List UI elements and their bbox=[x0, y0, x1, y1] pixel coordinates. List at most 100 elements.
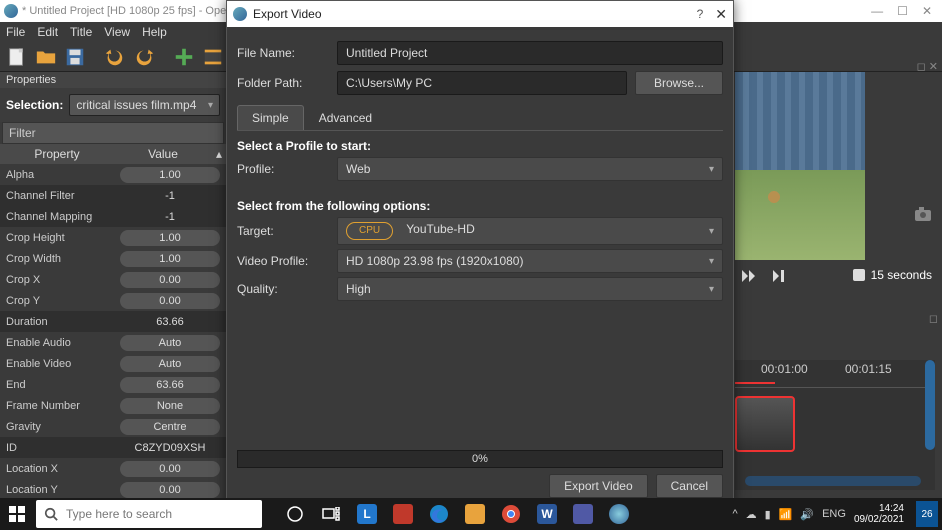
cortana-icon[interactable] bbox=[284, 503, 306, 525]
property-value[interactable]: Auto bbox=[120, 335, 220, 351]
undo-icon[interactable] bbox=[102, 44, 128, 70]
property-row[interactable]: Frame Number None bbox=[0, 395, 226, 416]
menu-title[interactable]: Title bbox=[70, 25, 92, 39]
property-value[interactable]: 1.00 bbox=[120, 167, 220, 183]
start-button[interactable] bbox=[0, 498, 34, 530]
new-project-icon[interactable] bbox=[4, 44, 30, 70]
target-dropdown[interactable]: CPU YouTube-HD ▾ bbox=[337, 217, 723, 245]
redo-icon[interactable] bbox=[131, 44, 157, 70]
taskbar-chrome-icon[interactable] bbox=[500, 503, 522, 525]
choose-profile-icon[interactable] bbox=[200, 44, 226, 70]
property-value[interactable]: -1 bbox=[120, 188, 220, 204]
property-value[interactable]: 63.66 bbox=[120, 377, 220, 393]
quality-dropdown[interactable]: High ▾ bbox=[337, 277, 723, 301]
timeline-pane-controls[interactable]: ◻ bbox=[929, 312, 938, 325]
filter-input[interactable]: Filter bbox=[2, 122, 224, 144]
properties-list[interactable]: Alpha1.00Channel Filter-1Channel Mapping… bbox=[0, 164, 226, 516]
tab-simple[interactable]: Simple bbox=[237, 105, 304, 130]
timeline[interactable]: 00:01:00 00:01:15 bbox=[735, 360, 935, 490]
property-value[interactable]: None bbox=[120, 398, 220, 414]
taskbar-openshot-icon[interactable] bbox=[608, 503, 630, 525]
profile-label: Profile: bbox=[237, 162, 337, 176]
property-value[interactable]: 0.00 bbox=[120, 461, 220, 477]
property-value[interactable]: 1.00 bbox=[120, 251, 220, 267]
selection-dropdown[interactable]: critical issues film.mp4 ▾ bbox=[69, 94, 220, 116]
property-value[interactable]: 0.00 bbox=[120, 482, 220, 498]
tray-notifications[interactable]: 26 bbox=[916, 501, 938, 527]
preview-pane-controls[interactable]: ◻ ✕ bbox=[917, 60, 938, 73]
property-value[interactable]: 1.00 bbox=[120, 230, 220, 246]
tray-battery-icon[interactable]: ▮ bbox=[765, 508, 771, 521]
timeline-clip[interactable] bbox=[735, 396, 795, 452]
property-row[interactable]: Channel Filter-1 bbox=[0, 185, 226, 206]
open-project-icon[interactable] bbox=[33, 44, 59, 70]
save-project-icon[interactable] bbox=[62, 44, 88, 70]
tray-overflow-icon[interactable]: ^ bbox=[732, 508, 737, 520]
jump-to-end-icon[interactable] bbox=[771, 268, 787, 284]
property-row[interactable]: Crop Width1.00 bbox=[0, 248, 226, 269]
properties-header: Properties bbox=[0, 72, 226, 88]
profile-dropdown[interactable]: Web ▾ bbox=[337, 157, 723, 181]
property-value[interactable]: 63.66 bbox=[120, 314, 220, 330]
task-view-icon[interactable] bbox=[320, 503, 342, 525]
property-value[interactable]: 0.00 bbox=[120, 293, 220, 309]
property-value[interactable]: C8ZYD09XSH bbox=[120, 440, 220, 456]
maximize-icon[interactable]: ☐ bbox=[897, 4, 908, 18]
tray-wifi-icon[interactable]: 📶 bbox=[779, 508, 793, 521]
property-row[interactable]: Channel Mapping-1 bbox=[0, 206, 226, 227]
property-row[interactable]: Crop X0.00 bbox=[0, 269, 226, 290]
folder-path-input[interactable]: C:\Users\My PC bbox=[337, 71, 627, 95]
import-files-icon[interactable] bbox=[171, 44, 197, 70]
tray-clock[interactable]: 14:24 09/02/2021 bbox=[854, 503, 904, 525]
cancel-button[interactable]: Cancel bbox=[656, 474, 723, 498]
video-preview[interactable] bbox=[735, 72, 865, 260]
property-row[interactable]: Location X0.00 bbox=[0, 458, 226, 479]
property-row[interactable]: Enable AudioAuto bbox=[0, 332, 226, 353]
property-row[interactable]: Duration63.66 bbox=[0, 311, 226, 332]
chevron-down-icon: ▾ bbox=[709, 284, 714, 295]
menu-view[interactable]: View bbox=[104, 25, 130, 39]
property-row[interactable]: GravityCentre bbox=[0, 416, 226, 437]
fast-forward-icon[interactable] bbox=[741, 268, 757, 284]
property-value[interactable]: 0.00 bbox=[120, 272, 220, 288]
property-value[interactable]: Centre bbox=[120, 419, 220, 435]
property-row[interactable]: Location Y0.00 bbox=[0, 479, 226, 500]
taskbar-app-1[interactable]: L bbox=[356, 503, 378, 525]
property-row[interactable]: Alpha1.00 bbox=[0, 164, 226, 185]
tray-onedrive-icon[interactable]: ☁ bbox=[746, 508, 757, 521]
menu-help[interactable]: Help bbox=[142, 25, 167, 39]
timeline-h-scrollbar[interactable] bbox=[745, 476, 921, 486]
taskbar-app-2[interactable] bbox=[392, 503, 414, 525]
file-name-input[interactable]: Untitled Project bbox=[337, 41, 723, 65]
tray-volume-icon[interactable]: 🔊 bbox=[800, 508, 814, 521]
export-video-button[interactable]: Export Video bbox=[549, 474, 648, 498]
property-value[interactable]: Auto bbox=[120, 356, 220, 372]
taskbar-edge-icon[interactable] bbox=[428, 503, 450, 525]
dialog-help-icon[interactable]: ? bbox=[697, 7, 704, 21]
minimize-icon[interactable]: — bbox=[871, 4, 883, 18]
property-row[interactable]: End63.66 bbox=[0, 374, 226, 395]
taskbar-teams-icon[interactable] bbox=[572, 503, 594, 525]
property-row[interactable]: Crop Y0.00 bbox=[0, 290, 226, 311]
browse-button[interactable]: Browse... bbox=[635, 71, 723, 95]
taskbar-file-explorer-icon[interactable] bbox=[464, 503, 486, 525]
property-row[interactable]: Enable VideoAuto bbox=[0, 353, 226, 374]
dialog-close-icon[interactable]: ✕ bbox=[715, 6, 727, 23]
snapshot-icon[interactable] bbox=[914, 206, 932, 225]
tab-advanced[interactable]: Advanced bbox=[304, 105, 387, 130]
taskbar-search[interactable]: Type here to search bbox=[36, 500, 262, 528]
property-row[interactable]: IDC8ZYD09XSH bbox=[0, 437, 226, 458]
timeline-track[interactable] bbox=[735, 396, 935, 456]
chevron-down-icon: ▾ bbox=[709, 164, 714, 175]
menu-file[interactable]: File bbox=[6, 25, 25, 39]
windows-taskbar: Type here to search L W ^ ☁ ▮ 📶 🔊 ENG 14… bbox=[0, 498, 942, 530]
property-name: Frame Number bbox=[0, 400, 114, 412]
property-value[interactable]: -1 bbox=[120, 209, 220, 225]
video-profile-dropdown[interactable]: HD 1080p 23.98 fps (1920x1080) ▾ bbox=[337, 249, 723, 273]
menu-edit[interactable]: Edit bbox=[37, 25, 58, 39]
close-icon[interactable]: ✕ bbox=[922, 4, 932, 18]
timeline-v-scrollbar[interactable] bbox=[925, 360, 935, 450]
tray-language[interactable]: ENG bbox=[822, 508, 846, 520]
taskbar-word-icon[interactable]: W bbox=[536, 503, 558, 525]
property-row[interactable]: Crop Height1.00 bbox=[0, 227, 226, 248]
